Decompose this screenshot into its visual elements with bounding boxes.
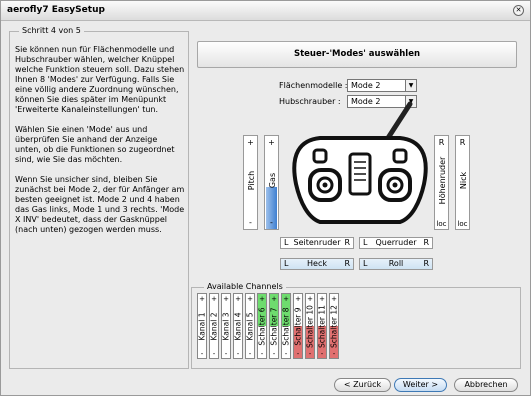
minus-sign: - <box>284 350 288 358</box>
hoehenruder-label: Höhenruder <box>438 156 447 205</box>
transmitter-icon <box>292 101 428 224</box>
channel-column: + Kanal 4- <box>233 293 243 359</box>
window-title: aerofly7 EasySetup <box>7 5 105 15</box>
channel-column: + Kanal 1- <box>197 293 207 359</box>
loc-marker: loc <box>457 220 468 228</box>
channel-label: Kanal 3 <box>221 312 231 341</box>
querruder-label: Querruder <box>375 238 417 247</box>
back-button[interactable]: < Zurück <box>334 378 391 392</box>
minus-sign: - <box>236 350 240 358</box>
select-modes-button[interactable]: Steuer-'Modes' auswählen <box>197 41 517 68</box>
right-marker: R <box>423 238 429 247</box>
channel-label: Schalter 11 <box>317 305 327 348</box>
heck-indicator: L Heck R <box>280 258 354 270</box>
channel-column: + Kanal 5- <box>245 293 255 359</box>
channels-legend: Available Channels <box>204 282 286 291</box>
channel-label: Kanal 1 <box>197 312 207 341</box>
gas-indicator: + Gas - <box>264 135 279 230</box>
querruder-indicator: L Querruder R <box>359 237 433 249</box>
chevron-down-icon[interactable]: ▼ <box>405 80 416 91</box>
right-marker: R <box>344 259 350 268</box>
minus-sign: - <box>260 350 264 358</box>
minus-sign: - <box>212 350 216 358</box>
seitenruder-indicator: L Seitenruder R <box>280 237 354 249</box>
minus-sign: - <box>320 350 324 358</box>
minus-sign: - <box>270 218 273 227</box>
gas-label: Gas <box>268 172 277 189</box>
channel-column: + Schalter 7- <box>269 293 279 359</box>
hoehenruder-indicator: R Höhenruder loc <box>434 135 449 230</box>
heck-label: Heck <box>307 259 327 268</box>
channel-column: + Kanal 2- <box>209 293 219 359</box>
pitch-label: Pitch <box>247 170 256 191</box>
channel-column: + Schalter 8- <box>281 293 291 359</box>
nick-indicator: R Nick loc <box>455 135 470 230</box>
seitenruder-label: Seitenruder <box>293 238 341 247</box>
channel-label: Schalter 7 <box>269 307 279 346</box>
channel-column: + Kanal 3- <box>221 293 231 359</box>
channel-label: Kanal 4 <box>233 312 243 341</box>
channel-label: Schalter 6 <box>257 307 267 346</box>
description-paragraph: Sie können nun für Flächenmodelle und Hu… <box>15 45 185 114</box>
next-button[interactable]: Weiter > <box>394 378 447 392</box>
channel-label: Kanal 5 <box>245 312 255 341</box>
channel-column: + Schalter 11- <box>317 293 327 359</box>
description-text: Sie können nun für Flächenmodelle und Hu… <box>15 45 185 245</box>
flaeche-label: Flächenmodelle : <box>279 81 348 90</box>
channel-label: Schalter 8 <box>281 307 291 346</box>
cancel-button[interactable]: Abbrechen <box>454 378 518 392</box>
minus-sign: - <box>308 350 312 358</box>
loc-marker: loc <box>436 220 447 228</box>
minus-sign: - <box>296 350 300 358</box>
flaeche-mode-select[interactable]: Mode 2 ▼ <box>347 79 417 92</box>
roll-indicator: L Roll R <box>359 258 433 270</box>
channel-label: Schalter 12 <box>329 305 339 348</box>
flaeche-mode-value: Mode 2 <box>351 81 381 90</box>
channel-column: + Schalter 10- <box>305 293 315 359</box>
nick-label: Nick <box>459 171 468 190</box>
channel-label: Kanal 2 <box>209 312 219 341</box>
channel-column: + Schalter 6- <box>257 293 267 359</box>
description-paragraph: Wenn Sie unsicher sind, bleiben Sie zunä… <box>15 175 185 234</box>
minus-sign: - <box>200 350 204 358</box>
minus-sign: - <box>224 350 228 358</box>
minus-sign: - <box>332 350 336 358</box>
channel-column: + Schalter 12- <box>329 293 339 359</box>
title-bar: aerofly7 EasySetup ✕ <box>1 1 530 21</box>
channel-label: Schalter 9 <box>293 307 303 346</box>
close-icon[interactable]: ✕ <box>513 5 524 16</box>
step-legend: Schritt 4 von 5 <box>19 26 84 35</box>
channel-column: + Schalter 9- <box>293 293 303 359</box>
pitch-indicator: + Pitch - <box>243 135 258 230</box>
setup-window: aerofly7 EasySetup ✕ Schritt 4 von 5 Sie… <box>0 0 531 396</box>
minus-sign: - <box>272 350 276 358</box>
minus-sign: - <box>248 350 252 358</box>
description-paragraph: Wählen Sie einen 'Mode' aus und überprüf… <box>15 125 175 164</box>
channel-label: Schalter 10 <box>305 305 315 348</box>
right-marker: R <box>423 259 429 268</box>
roll-label: Roll <box>388 259 404 268</box>
minus-sign: - <box>249 218 252 227</box>
right-marker: R <box>344 238 350 247</box>
